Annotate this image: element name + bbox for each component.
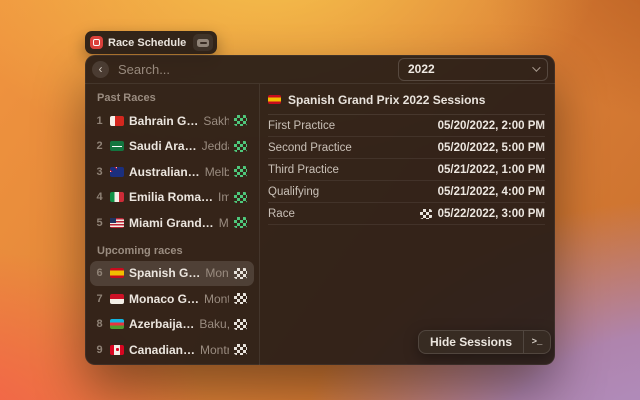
printer-icon (197, 39, 209, 47)
sessions-table: First Practice 05/20/2022, 2:00 PM Secon… (268, 114, 545, 225)
race-number: 3 (94, 166, 105, 178)
session-row-race: Race 05/22/2022, 3:00 PM (268, 203, 545, 225)
race-title: Azerbaija… (129, 317, 194, 331)
race-number: 5 (94, 217, 105, 229)
race-location: Baku, Azerb… (199, 317, 229, 331)
session-datetime: 05/20/2022, 2:00 PM (438, 120, 545, 132)
race-number: 2 (94, 140, 105, 152)
race-location: Montreal, C… (200, 343, 229, 357)
race-number: 9 (94, 344, 105, 356)
race-location: Imola, Italy (218, 190, 229, 204)
session-label: Race (268, 208, 414, 220)
session-row-third-practice: Third Practice 05/21/2022, 1:00 PM (268, 159, 545, 181)
session-datetime: 05/20/2022, 5:00 PM (438, 142, 545, 154)
race-row-canada[interactable]: 9 Canadian… Montreal, C… (90, 337, 254, 363)
race-title: Spanish G… (129, 266, 200, 280)
year-dropdown-value: 2022 (408, 62, 532, 76)
race-row-emilia-romagna[interactable]: 4 Emilia Roma… Imola, Italy (90, 185, 254, 211)
session-row-qualifying: Qualifying 05/21/2022, 4:00 PM (268, 181, 545, 203)
race-title: Saudi Ara… (129, 139, 197, 153)
race-row-australia[interactable]: 3 Australian… Melbourne,… (90, 159, 254, 185)
checkered-flag-icon (234, 344, 247, 355)
race-schedule-window: ‹ 2022 Past Races 1 Bahrain G… Sakhir, B… (85, 55, 555, 365)
checkered-flag-icon (234, 319, 247, 330)
spain-flag-icon (110, 268, 124, 278)
azerbaijan-flag-icon (110, 319, 124, 329)
window-title: Race Schedule (108, 37, 188, 49)
chevron-left-icon: ‹ (99, 63, 103, 75)
race-location: Jeddah, Sa… (202, 139, 229, 153)
year-dropdown[interactable]: 2022 (398, 58, 548, 81)
search-header: ‹ 2022 (85, 55, 555, 84)
checkered-flag-icon (234, 192, 247, 203)
hide-sessions-button[interactable]: Hide Sessions (419, 331, 523, 353)
command-bar-button[interactable]: >_ (524, 331, 550, 353)
race-row-miami[interactable]: 5 Miami Grand… Miami, USA (90, 210, 254, 236)
session-label: Qualifying (268, 186, 432, 198)
session-datetime: 05/21/2022, 1:00 PM (438, 164, 545, 176)
race-number: 7 (94, 293, 105, 305)
italy-flag-icon (110, 192, 124, 202)
session-label: Second Practice (268, 142, 432, 154)
race-title: Bahrain G… (129, 114, 198, 128)
race-schedule-app-icon (90, 36, 103, 49)
race-number: 4 (94, 191, 105, 203)
race-location: Monte-Carl… (204, 292, 229, 306)
checkered-flag-icon (234, 141, 247, 152)
race-title: Emilia Roma… (129, 190, 213, 204)
race-location: Miami, USA (219, 216, 229, 230)
sessions-detail-pane: Spanish Grand Prix 2022 Sessions First P… (260, 84, 555, 365)
chevron-down-icon (532, 63, 540, 71)
race-row-monaco[interactable]: 7 Monaco G… Monte-Carl… (90, 286, 254, 312)
race-row-saudi[interactable]: 2 Saudi Ara… Jeddah, Sa… (90, 134, 254, 160)
desktop-wallpaper: { "tab": { "title": "Race Schedule", "ap… (0, 0, 640, 400)
race-row-bahrain[interactable]: 1 Bahrain G… Sakhir, Bahr… (90, 108, 254, 134)
saudi-arabia-flag-icon (110, 141, 124, 151)
terminal-prompt-icon: >_ (532, 337, 543, 347)
session-datetime: 05/22/2022, 3:00 PM (438, 208, 545, 220)
race-row-spain-selected[interactable]: 6 Spanish G… Montmeló,… (90, 261, 254, 287)
race-row-azerbaijan[interactable]: 8 Azerbaija… Baku, Azerb… (90, 312, 254, 338)
session-datetime: 05/21/2022, 4:00 PM (438, 186, 545, 198)
window-title-tab[interactable]: Race Schedule (85, 31, 217, 54)
window-body: Past Races 1 Bahrain G… Sakhir, Bahr… 2 … (85, 84, 555, 365)
sessions-title: Spanish Grand Prix 2022 Sessions (288, 93, 485, 107)
back-button[interactable]: ‹ (92, 61, 109, 78)
sessions-header: Spanish Grand Prix 2022 Sessions (268, 92, 545, 107)
action-bar: Hide Sessions >_ (418, 330, 551, 354)
session-label: First Practice (268, 120, 432, 132)
session-label: Third Practice (268, 164, 432, 176)
checkered-flag-icon (234, 268, 247, 279)
race-list: Past Races 1 Bahrain G… Sakhir, Bahr… 2 … (85, 84, 260, 365)
checkered-flag-icon (420, 209, 432, 219)
australia-flag-icon (110, 167, 124, 177)
pin-button[interactable] (193, 34, 213, 51)
section-label-past-races: Past Races (97, 92, 259, 104)
race-title: Monaco G… (129, 292, 199, 306)
race-location: Montmeló,… (205, 266, 229, 280)
checkered-flag-icon (234, 115, 247, 126)
session-row-first-practice: First Practice 05/20/2022, 2:00 PM (268, 115, 545, 137)
canada-flag-icon (110, 345, 124, 355)
race-number: 8 (94, 318, 105, 330)
checkered-flag-icon (234, 217, 247, 228)
checkered-flag-icon (234, 293, 247, 304)
session-row-second-practice: Second Practice 05/20/2022, 5:00 PM (268, 137, 545, 159)
section-label-upcoming-races: Upcoming races (97, 245, 259, 257)
usa-flag-icon (110, 218, 124, 228)
checkered-flag-icon (234, 166, 247, 177)
race-title: Australian… (129, 165, 200, 179)
race-title: Miami Grand… (129, 216, 214, 230)
race-number: 1 (94, 115, 105, 127)
race-title: Canadian… (129, 343, 195, 357)
monaco-flag-icon (110, 294, 124, 304)
race-location: Melbourne,… (205, 165, 229, 179)
race-location: Sakhir, Bahr… (203, 114, 229, 128)
race-number: 6 (94, 267, 105, 279)
search-input[interactable] (118, 62, 398, 77)
spain-flag-icon (268, 95, 281, 104)
bahrain-flag-icon (110, 116, 124, 126)
